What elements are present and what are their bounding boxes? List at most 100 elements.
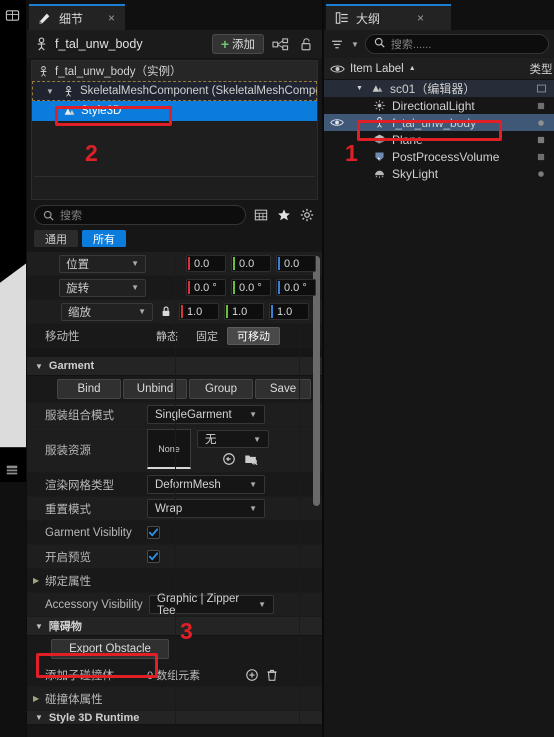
tab-outliner[interactable]: 大纲 × (326, 4, 451, 30)
tab-details-label: 细节 (59, 11, 84, 26)
accessory-visibility-value: Graphic | Zipper Tee (157, 592, 240, 617)
mobility-static[interactable]: 静态 (147, 327, 187, 345)
unlock-icon[interactable] (296, 35, 316, 53)
outliner-search-placeholder: 搜索...... (390, 39, 432, 51)
section-style3d-runtime-label: Style 3D Runtime (48, 711, 140, 724)
rotation-combo[interactable]: 旋转 ▼ (59, 278, 146, 297)
location-x[interactable]: 0.0 (186, 255, 226, 272)
add-child-collider-label: 添加子碰撞体 (45, 669, 114, 682)
preview-label: 开启预览 (45, 551, 91, 564)
rotation-vector[interactable]: 0.0 ° 0.0 ° 0.0 ° (186, 279, 316, 296)
scale-z[interactable]: 1.0 (269, 303, 309, 320)
scale-vector[interactable]: 1.0 1.0 1.0 (179, 303, 309, 320)
search-input[interactable]: 搜索 (34, 205, 246, 225)
location-vector[interactable]: 0.0 0.0 0.0 (186, 255, 316, 272)
scale-x[interactable]: 1.0 (179, 303, 219, 320)
scale-combo[interactable]: 缩放 ▼ (61, 302, 153, 321)
actor-type-icon (528, 135, 554, 145)
scale-y[interactable]: 1.0 (224, 303, 264, 320)
garment-mode-combo[interactable]: SingleGarment ▼ (147, 405, 265, 424)
location-y[interactable]: 0.0 (231, 255, 271, 272)
viewport-strip[interactable] (0, 0, 26, 737)
unbind-button[interactable]: Unbind (123, 379, 187, 399)
outliner-row-label: Plane (392, 132, 423, 147)
component-tree-row-skeletalmesh[interactable]: ▼ SkeletalMeshComponent (SkeletalMeshCom… (32, 81, 317, 101)
outliner-row-directionallight[interactable]: DirectionalLight (324, 97, 554, 114)
viewport-scrollbar-track[interactable] (0, 482, 26, 737)
location-combo[interactable]: 位置 ▼ (59, 254, 146, 273)
gear-icon[interactable] (298, 207, 315, 223)
close-icon[interactable]: × (417, 12, 424, 24)
mobility-options[interactable]: 静态 固定 可移动 (147, 326, 280, 345)
star-icon[interactable] (275, 207, 292, 223)
chip-general[interactable]: 通用 (34, 230, 78, 247)
chip-all[interactable]: 所有 (82, 230, 126, 247)
table-icon[interactable] (252, 207, 269, 223)
chevron-right-icon[interactable]: ▶ (33, 694, 39, 703)
rotation-z[interactable]: 0.0 ° (276, 279, 316, 296)
add-button[interactable]: + 添加 (211, 34, 264, 54)
location-z[interactable]: 0.0 (276, 255, 316, 272)
chevron-down-icon[interactable]: ▼ (356, 85, 365, 92)
lock-icon[interactable] (159, 304, 173, 320)
chevron-down-icon: ▼ (253, 434, 261, 444)
garment-asset-value: 无 (205, 434, 217, 446)
group-button[interactable]: Group (189, 379, 253, 399)
outliner-row-postprocessvolume[interactable]: PostProcessVolume (324, 148, 554, 165)
eye-icon[interactable] (324, 63, 350, 75)
component-tree[interactable]: f_tal_unw_body（实例） ▼ SkeletalMeshCompone… (31, 60, 318, 200)
column-type-label[interactable]: 类型 (528, 61, 554, 77)
close-icon[interactable]: × (108, 12, 115, 24)
garment-asset-combo[interactable]: 无 ▼ (197, 430, 269, 448)
light-icon (372, 99, 387, 113)
rotation-x[interactable]: 0.0 ° (186, 279, 226, 296)
blueprint-icon[interactable] (270, 35, 290, 53)
rotation-y[interactable]: 0.0 ° (231, 279, 271, 296)
grid-icon[interactable] (2, 6, 22, 24)
column-separator (175, 252, 176, 725)
plus-circle-icon[interactable] (244, 667, 259, 682)
outliner-search-input[interactable]: 搜索...... (364, 34, 549, 54)
browse-back-icon[interactable] (221, 451, 236, 466)
garment-visibility-checkbox[interactable] (147, 526, 160, 539)
outliner-row-label: SkyLight (392, 166, 439, 181)
outliner-row-f_tal_unw_body[interactable]: f_tal_unw_body (324, 114, 554, 131)
export-obstacle-button[interactable]: Export Obstacle (51, 639, 169, 659)
details-object-name: f_tal_unw_body (55, 37, 143, 51)
chevron-down-icon: ▼ (249, 504, 257, 513)
trash-icon[interactable] (264, 667, 279, 682)
chevron-down-icon[interactable]: ▼ (351, 40, 359, 49)
outliner-row-plane[interactable]: Plane (324, 131, 554, 148)
mobility-stationary[interactable]: 固定 (187, 327, 227, 345)
chevron-down-icon: ▼ (131, 259, 139, 268)
accessory-visibility-combo[interactable]: Graphic | Zipper Tee ▼ (149, 592, 274, 617)
add-button-label: 添加 (232, 39, 255, 51)
panel-icon[interactable] (3, 462, 21, 478)
eye-toggle[interactable] (324, 117, 350, 128)
outliner-column-header: Item Label ▲ 类型 (324, 58, 554, 80)
column-item-label[interactable]: Item Label ▲ (350, 63, 528, 75)
preview-checkbox[interactable] (147, 550, 160, 563)
filter-icon[interactable] (329, 37, 345, 52)
garment-asset-icon-row (197, 451, 269, 466)
component-tree-row-style3d[interactable]: Style3D (32, 101, 317, 121)
outliner-row-sc01[interactable]: ▼ sc01（编辑器） (324, 80, 554, 97)
reset-mode-combo[interactable]: Wrap ▼ (147, 499, 265, 518)
garment-asset-thumbnail[interactable]: None (147, 429, 191, 469)
chevron-down-icon[interactable]: ▼ (35, 713, 43, 722)
skeletalmesh-icon (61, 84, 75, 98)
save-button[interactable]: Save (255, 379, 311, 399)
chevron-down-icon[interactable]: ▼ (35, 622, 43, 631)
chevron-right-icon[interactable]: ▶ (33, 576, 39, 585)
mobility-movable[interactable]: 可移动 (227, 326, 280, 345)
chevron-down-icon[interactable]: ▼ (46, 87, 56, 96)
outliner-toolbar: ▼ 搜索...... (324, 30, 554, 58)
outliner-row-skylight[interactable]: SkyLight (324, 165, 554, 182)
section-garment-label: Garment (48, 360, 95, 372)
folder-search-icon[interactable] (243, 451, 258, 466)
bind-button[interactable]: Bind (57, 379, 121, 399)
chevron-down-icon[interactable]: ▼ (35, 362, 43, 371)
render-mesh-combo[interactable]: DeformMesh ▼ (147, 475, 265, 494)
component-tree-row-root[interactable]: f_tal_unw_body（实例） (32, 61, 317, 81)
tab-details[interactable]: 细节 × (29, 4, 126, 30)
